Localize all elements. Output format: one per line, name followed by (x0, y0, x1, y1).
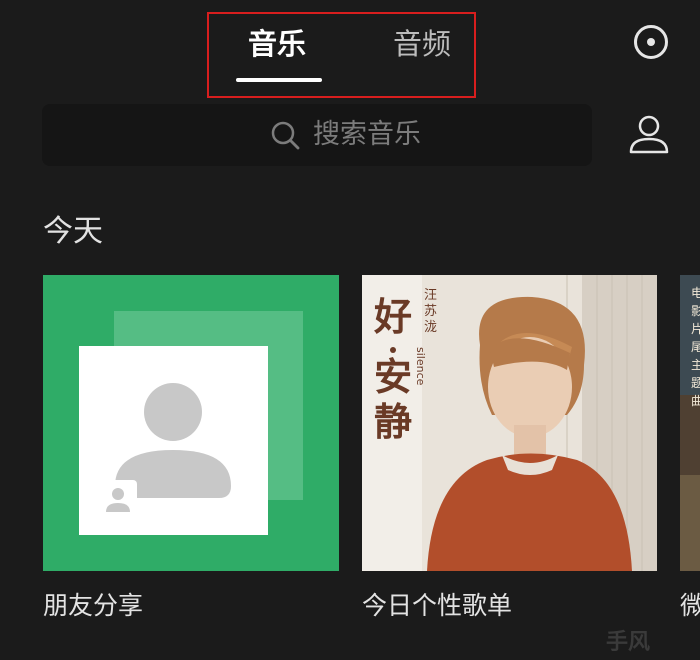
svg-text:片: 片 (691, 322, 700, 336)
search-bar[interactable]: 搜索音乐 (42, 104, 592, 166)
active-tab-indicator (236, 78, 322, 82)
card-front-square (79, 346, 268, 535)
user-icon[interactable] (628, 114, 670, 156)
svg-text:主: 主 (691, 358, 700, 372)
cover-title-char-1: 好 (373, 294, 412, 339)
person-placeholder-icon (99, 383, 231, 518)
cover-singer-3: 泷 (424, 320, 437, 335)
svg-text:影: 影 (691, 304, 700, 318)
svg-text:电: 电 (691, 286, 700, 300)
record-dot (647, 38, 655, 46)
tab-music[interactable]: 音乐 (248, 24, 306, 64)
cover-title-char-2: 安 (374, 354, 412, 399)
cover-singer-1: 汪 (424, 288, 437, 303)
watermark: 手风 (606, 630, 651, 655)
card-daily-playlist[interactable]: 好 安 静 汪 苏 泷 silence (362, 275, 657, 571)
tab-audio[interactable]: 音频 (393, 24, 451, 64)
cover-subtitle: silence (414, 347, 427, 386)
search-placeholder: 搜索音乐 (313, 119, 421, 150)
album-cover: 好 安 静 汪 苏 泷 silence (362, 275, 657, 571)
card-label-friend-share: 朋友分享 (43, 591, 144, 620)
svg-text:曲: 曲 (691, 394, 700, 408)
card-label-partial: 微 (680, 591, 700, 620)
svg-text:题: 题 (691, 376, 700, 390)
svg-text:尾: 尾 (691, 340, 700, 354)
search-icon (271, 121, 300, 150)
partial-cover: 电 影 片 尾 主 题 曲 (680, 275, 700, 571)
card-partial[interactable]: 电 影 片 尾 主 题 曲 (680, 275, 700, 571)
cover-singer-2: 苏 (424, 303, 437, 319)
cover-title-char-3: 静 (374, 399, 412, 444)
section-title-today: 今天 (43, 214, 103, 249)
card-label-daily-playlist: 今日个性歌单 (362, 591, 513, 620)
record-icon[interactable] (634, 25, 668, 59)
card-friend-share[interactable] (43, 275, 339, 571)
